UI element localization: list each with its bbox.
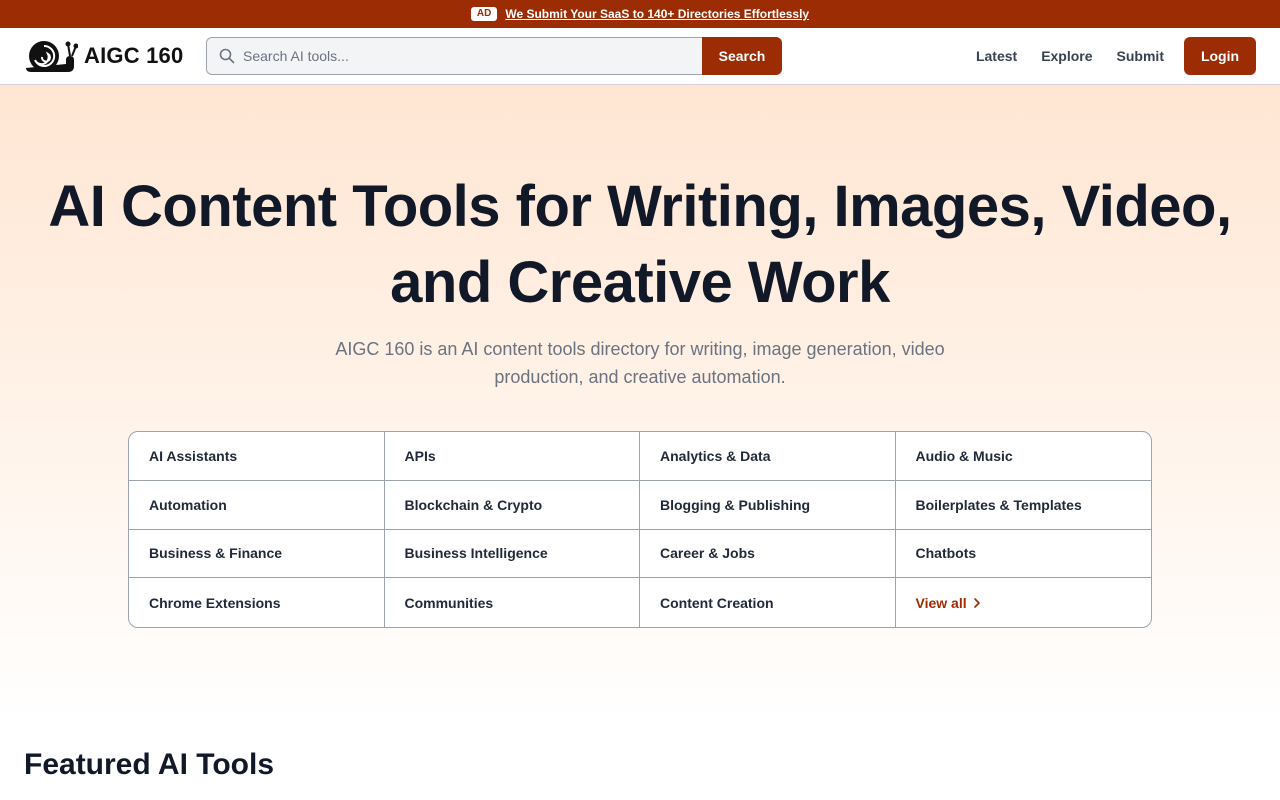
category-item[interactable]: APIs: [384, 432, 640, 481]
nav-submit[interactable]: Submit: [1117, 48, 1164, 64]
category-item[interactable]: Chatbots: [895, 530, 1151, 579]
page-title-line-1: AI Content Tools for Writing, Images, Vi…: [48, 174, 1232, 239]
category-item[interactable]: Business & Finance: [129, 529, 385, 579]
ad-link[interactable]: We Submit Your SaaS to 140+ Directories …: [505, 7, 809, 21]
category-item[interactable]: Blockchain & Crypto: [384, 480, 640, 530]
category-item[interactable]: Analytics & Data: [640, 432, 896, 481]
category-item[interactable]: Boilerplates & Templates: [895, 481, 1151, 530]
login-button[interactable]: Login: [1184, 37, 1256, 75]
category-item[interactable]: Content Creation: [640, 578, 896, 627]
logo-text: AIGC 160: [84, 43, 184, 68]
page-title-line-2: and Creative Work: [390, 250, 890, 315]
category-item[interactable]: Chrome Extensions: [129, 578, 385, 627]
ad-badge: AD: [470, 7, 498, 21]
category-item[interactable]: Blogging & Publishing: [640, 480, 896, 530]
ad-banner: AD We Submit Your SaaS to 140+ Directori…: [0, 0, 1280, 28]
search-input[interactable]: [243, 48, 683, 64]
nav-latest[interactable]: Latest: [976, 48, 1017, 64]
category-item[interactable]: Audio & Music: [895, 432, 1151, 481]
category-grid: AI Assistants APIs Analytics & Data Audi…: [128, 431, 1152, 628]
hero-subtitle: AIGC 160 is an AI content tools director…: [335, 339, 945, 387]
search-button[interactable]: Search: [702, 37, 782, 75]
category-item[interactable]: Business Intelligence: [384, 529, 640, 579]
featured-heading: Featured AI Tools: [24, 748, 275, 781]
chevron-right-icon: [973, 597, 980, 608]
search-icon: [219, 48, 235, 64]
search-box: [206, 37, 702, 75]
site-header: AIGC 160 Search Latest Explore Submit Lo…: [0, 28, 1280, 85]
category-item[interactable]: Automation: [129, 480, 385, 530]
search-bar: Search: [206, 37, 782, 75]
page-title: AI Content Tools for Writing, Images, Vi…: [0, 169, 1280, 321]
main-nav: Latest Explore Submit Login: [976, 37, 1256, 75]
snail-logo-icon: [26, 41, 78, 72]
category-item[interactable]: Career & Jobs: [640, 529, 896, 579]
logo[interactable]: AIGC 160: [24, 38, 183, 74]
hero-section: AI Content Tools for Writing, Images, Vi…: [0, 85, 1280, 725]
category-item[interactable]: Communities: [385, 578, 640, 627]
category-item[interactable]: AI Assistants: [129, 432, 385, 481]
nav-explore[interactable]: Explore: [1041, 48, 1092, 64]
view-all-link[interactable]: View all: [896, 578, 1152, 627]
view-all-label: View all: [915, 594, 967, 611]
